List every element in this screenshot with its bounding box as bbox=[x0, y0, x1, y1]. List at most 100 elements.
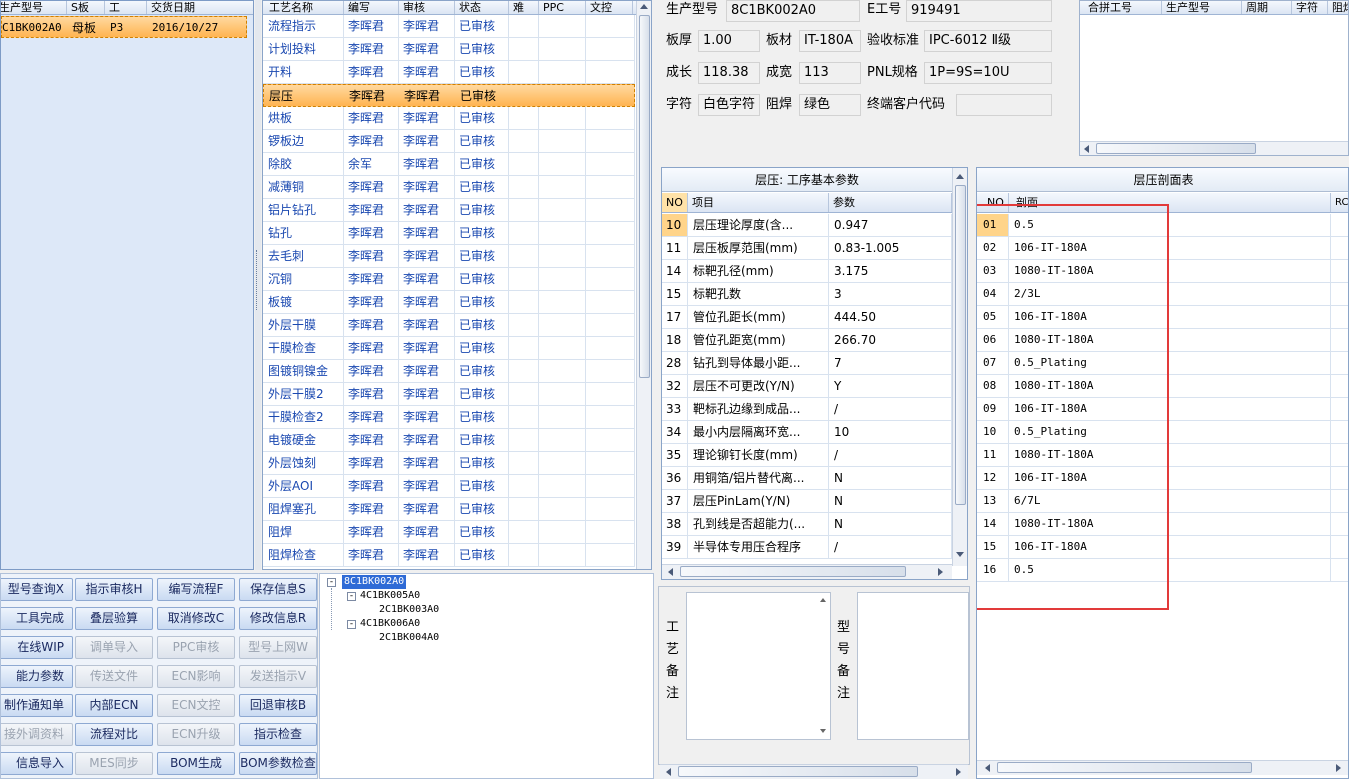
tree-expand-icon[interactable]: - bbox=[347, 620, 356, 629]
scroll-up-icon[interactable] bbox=[820, 598, 826, 602]
action-button[interactable]: 回退审核B bbox=[239, 694, 317, 717]
parameter-vscrollbar[interactable] bbox=[952, 168, 967, 566]
parameter-row[interactable]: 15 标靶孔数 3 bbox=[662, 283, 952, 306]
process-row[interactable]: 阻焊塞孔 李晖君 李晖君 已审核 bbox=[263, 498, 635, 521]
notes-hscroll-thumb[interactable] bbox=[678, 766, 918, 777]
tree-expand-icon[interactable]: - bbox=[327, 578, 336, 587]
action-button[interactable]: 能力参数 bbox=[1, 665, 73, 688]
col-header-difficulty[interactable]: 难 bbox=[509, 1, 539, 14]
scroll-left-icon[interactable] bbox=[1084, 145, 1089, 153]
material-field[interactable]: IT-180A bbox=[799, 30, 861, 52]
customer-code-field[interactable] bbox=[956, 94, 1052, 116]
parameter-row[interactable]: 17 管位孔距长(mm) 444.50 bbox=[662, 306, 952, 329]
action-button[interactable]: ECN影响 bbox=[157, 665, 235, 688]
action-button[interactable]: 保存信息S bbox=[239, 578, 317, 601]
col-header-reviewer[interactable]: 审核 bbox=[399, 1, 455, 14]
col-header-merge-model[interactable]: 生产型号 bbox=[1162, 1, 1242, 14]
stackup-hscrollbar[interactable] bbox=[977, 760, 1348, 775]
parameter-row[interactable]: 39 半导体专用压合程序 / bbox=[662, 536, 952, 559]
action-button[interactable]: 编写流程F bbox=[157, 578, 235, 601]
parameter-row[interactable]: 11 层压板厚范围(mm) 0.83-1.005 bbox=[662, 237, 952, 260]
col-header-item[interactable]: 项目 bbox=[688, 193, 829, 212]
character-field[interactable]: 白色字符 bbox=[698, 94, 760, 116]
parameter-hscroll-thumb[interactable] bbox=[680, 566, 906, 577]
model-field[interactable]: 8C1BK002A0 bbox=[726, 0, 860, 22]
merge-scroll-thumb[interactable] bbox=[1096, 143, 1256, 154]
scroll-right-icon[interactable] bbox=[938, 568, 943, 576]
action-button[interactable]: BOM参数检查 bbox=[239, 752, 317, 775]
parameter-row[interactable]: 14 标靶孔径(mm) 3.175 bbox=[662, 260, 952, 283]
process-row[interactable]: 去毛刺 李晖君 李晖君 已审核 bbox=[263, 245, 635, 268]
scroll-right-icon[interactable] bbox=[1336, 764, 1341, 772]
process-row[interactable]: 计划投料 李晖君 李晖君 已审核 bbox=[263, 38, 635, 61]
process-row[interactable]: 干膜检查2 李晖君 李晖君 已审核 bbox=[263, 406, 635, 429]
stackup-hscroll-thumb[interactable] bbox=[997, 762, 1252, 773]
action-button[interactable]: 发送指示V bbox=[239, 665, 317, 688]
process-row[interactable]: 图镀铜镍金 李晖君 李晖君 已审核 bbox=[263, 360, 635, 383]
action-button[interactable]: 流程对比 bbox=[75, 723, 153, 746]
process-row[interactable]: 外层干膜 李晖君 李晖君 已审核 bbox=[263, 314, 635, 337]
process-row[interactable]: 开料 李晖君 李晖君 已审核 bbox=[263, 61, 635, 84]
col-header-merge-no[interactable]: 合拼工号 bbox=[1080, 1, 1162, 14]
merge-hscrollbar[interactable] bbox=[1080, 141, 1348, 155]
vertical-splitter[interactable] bbox=[255, 0, 261, 570]
process-scrollbar[interactable] bbox=[636, 1, 651, 569]
parameter-hscrollbar[interactable] bbox=[662, 564, 952, 579]
col-header-delivery[interactable]: 交货日期 bbox=[147, 1, 253, 14]
col-header-process[interactable]: 工艺名称 bbox=[263, 1, 344, 14]
process-row[interactable]: 干膜检查 李晖君 李晖君 已审核 bbox=[263, 337, 635, 360]
scroll-up-icon[interactable] bbox=[640, 4, 648, 9]
process-row[interactable]: 铝片钻孔 李晖君 李晖君 已审核 bbox=[263, 199, 635, 222]
action-button[interactable]: 工具完成 bbox=[1, 607, 73, 630]
process-row[interactable]: 沉铜 李晖君 李晖君 已审核 bbox=[263, 268, 635, 291]
col-header-model[interactable]: 生产型号 bbox=[1, 1, 67, 14]
action-button[interactable]: 取消修改C bbox=[157, 607, 235, 630]
process-row[interactable]: 电镀硬金 李晖君 李晖君 已审核 bbox=[263, 429, 635, 452]
col-header-s-board[interactable]: S板 bbox=[67, 1, 105, 14]
parameter-row[interactable]: 28 钻孔到导体最小距... 7 bbox=[662, 352, 952, 375]
parameter-row[interactable]: 32 层压不可更改(Y/N) Y bbox=[662, 375, 952, 398]
process-row[interactable]: 阻焊 李晖君 李晖君 已审核 bbox=[263, 521, 635, 544]
action-button[interactable]: 指示检查 bbox=[239, 723, 317, 746]
pnl-field[interactable]: 1P=9S=10U bbox=[924, 62, 1052, 84]
process-row[interactable]: 锣板边 李晖君 李晖君 已审核 bbox=[263, 130, 635, 153]
scroll-left-icon[interactable] bbox=[985, 764, 990, 772]
parameter-row[interactable]: 18 管位孔距宽(mm) 266.70 bbox=[662, 329, 952, 352]
action-button[interactable]: 在线WIP bbox=[1, 636, 73, 659]
width-field[interactable]: 113 bbox=[799, 62, 861, 84]
parameter-row[interactable]: 37 层压PinLam(Y/N) N bbox=[662, 490, 952, 513]
parameter-row[interactable]: 36 用铜箔/铝片替代离... N bbox=[662, 467, 952, 490]
process-row[interactable]: 层压 李晖君 李晖君 已审核 bbox=[263, 84, 635, 107]
col-header-no[interactable]: NO bbox=[662, 193, 688, 212]
action-button[interactable]: BOM生成 bbox=[157, 752, 235, 775]
notes-hscrollbar[interactable] bbox=[660, 764, 968, 779]
action-button[interactable]: 接外调资料 bbox=[1, 723, 73, 746]
process-notes-field[interactable] bbox=[686, 592, 831, 740]
action-button[interactable]: ECN升级 bbox=[157, 723, 235, 746]
parameter-row[interactable]: 33 靶标孔边缘到成品... / bbox=[662, 398, 952, 421]
solder-mask-field[interactable]: 绿色 bbox=[799, 94, 861, 116]
scroll-down-icon[interactable] bbox=[820, 729, 826, 733]
col-header-status[interactable]: 状态 bbox=[455, 1, 509, 14]
action-button[interactable]: 内部ECN bbox=[75, 694, 153, 717]
process-row[interactable]: 外层干膜2 李晖君 李晖君 已审核 bbox=[263, 383, 635, 406]
order-row[interactable]: C1BK002A0 母板 P3 2016/10/27 bbox=[1, 16, 247, 38]
col-header-rc[interactable]: RC% bbox=[1331, 193, 1348, 212]
process-row[interactable]: 板镀 李晖君 李晖君 已审核 bbox=[263, 291, 635, 314]
action-button[interactable]: 叠层验算 bbox=[75, 607, 153, 630]
action-button[interactable]: PPC审核 bbox=[157, 636, 235, 659]
process-row[interactable]: 除胶 余军 李晖君 已审核 bbox=[263, 153, 635, 176]
standard-field[interactable]: IPC-6012 Ⅱ级 bbox=[924, 30, 1052, 52]
parameter-row[interactable]: 38 孔到线是否超能力(... N bbox=[662, 513, 952, 536]
process-row[interactable]: 阻焊检查 李晖君 李晖君 已审核 bbox=[263, 544, 635, 567]
process-row[interactable]: 烘板 李晖君 李晖君 已审核 bbox=[263, 107, 635, 130]
action-button[interactable]: 修改信息R bbox=[239, 607, 317, 630]
col-header-value[interactable]: 参数 bbox=[829, 193, 952, 212]
process-row[interactable]: 外层蚀刻 李晖君 李晖君 已审核 bbox=[263, 452, 635, 475]
action-button[interactable]: 调单导入 bbox=[75, 636, 153, 659]
col-header-char[interactable]: 字符 bbox=[1292, 1, 1328, 14]
length-field[interactable]: 118.38 bbox=[698, 62, 760, 84]
parameter-row[interactable]: 35 理论铆钉长度(mm) / bbox=[662, 444, 952, 467]
tree-root[interactable]: 8C1BK002A0 bbox=[342, 575, 407, 589]
scroll-left-icon[interactable] bbox=[668, 568, 673, 576]
